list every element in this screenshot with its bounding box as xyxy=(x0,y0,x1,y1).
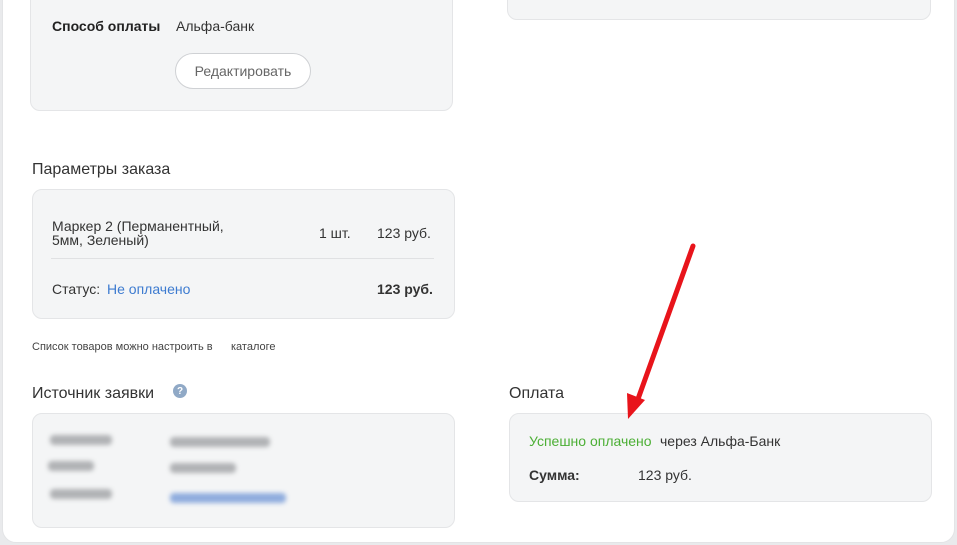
order-item-price: 123 руб. xyxy=(377,225,431,241)
order-status-label: Статус: xyxy=(52,281,101,297)
redacted-label-3 xyxy=(50,489,112,499)
catalog-note: Список товаров можно настроить в xyxy=(32,341,213,353)
redacted-value-2 xyxy=(170,463,236,473)
payment-card xyxy=(509,413,932,502)
source-section-title: Источник заявки xyxy=(32,385,155,402)
payment-sum-label: Сумма: xyxy=(529,467,580,483)
source-card xyxy=(32,413,455,528)
edit-button[interactable]: Редактировать xyxy=(175,53,311,89)
payment-method-value: Альфа-банк xyxy=(176,18,255,34)
order-section-title: Параметры заказа xyxy=(32,161,171,178)
order-total: 123 руб. xyxy=(377,281,433,297)
order-item-name-line1: Маркер 2 (Перманентный, xyxy=(52,218,224,234)
payment-via-text: через Альфа-Банк xyxy=(660,433,781,449)
help-icon[interactable]: ? xyxy=(173,384,187,398)
payment-method-label: Способ оплаты xyxy=(52,18,161,34)
top-right-card xyxy=(507,0,931,20)
order-item-qty: 1 шт. xyxy=(319,225,351,241)
catalog-link[interactable]: каталоге xyxy=(231,341,276,353)
payment-section-title: Оплата xyxy=(509,385,565,402)
payment-sum-value: 123 руб. xyxy=(638,467,692,483)
order-card xyxy=(32,189,455,319)
order-item-name-line2: 5мм, Зеленый) xyxy=(52,232,149,248)
redacted-label-1 xyxy=(50,435,112,445)
payment-status-success: Успешно оплачено xyxy=(529,433,652,449)
order-divider xyxy=(51,258,434,259)
order-status-value: Не оплачено xyxy=(107,281,191,297)
redacted-link-3[interactable] xyxy=(170,493,286,503)
redacted-label-2 xyxy=(48,461,94,471)
redacted-value-1 xyxy=(170,437,270,447)
